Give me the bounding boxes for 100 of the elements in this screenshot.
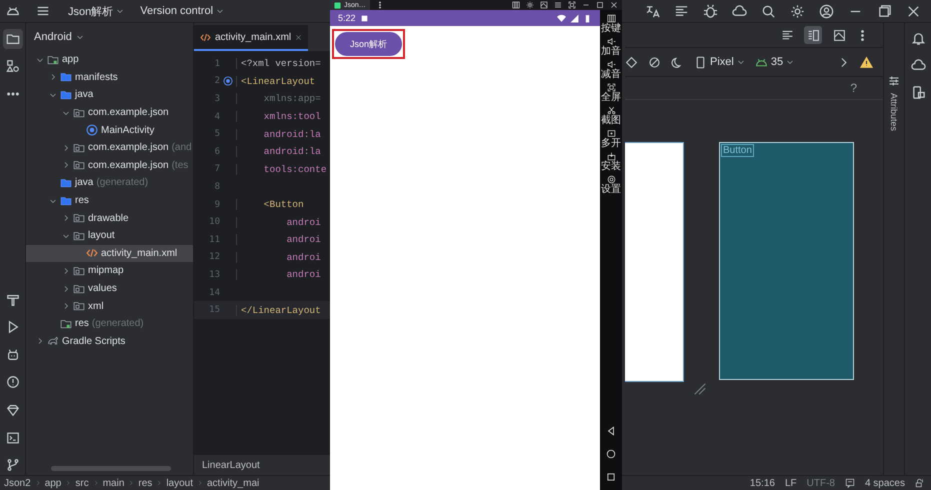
api-level-dropdown[interactable]: 35	[754, 56, 794, 68]
chevron-right-icon	[128, 480, 134, 486]
close-icon[interactable]	[906, 4, 921, 18]
close-icon[interactable]	[610, 1, 618, 9]
tree-item[interactable]: res	[26, 192, 193, 210]
folder-icon	[73, 282, 85, 295]
path-crumb[interactable]: main	[102, 478, 124, 488]
tree-item[interactable]: res (generated)	[26, 314, 193, 332]
moon-icon[interactable]	[671, 56, 684, 68]
line-separator[interactable]: LF	[784, 478, 797, 488]
git-branch-icon	[6, 458, 20, 472]
folder-icon	[73, 300, 85, 312]
tree-item[interactable]: MainActivity	[26, 121, 193, 139]
triangle-icon	[606, 426, 616, 436]
side-tool-button[interactable]: 截图	[600, 106, 622, 126]
code-line: <Button	[236, 199, 304, 210]
tree-item-label: com.example.json	[88, 107, 169, 118]
chevron-right-icon	[197, 480, 203, 486]
restore-icon[interactable]	[877, 4, 892, 18]
translate-icon[interactable]	[645, 4, 660, 18]
notification-icon[interactable]	[910, 31, 926, 46]
split-view-button[interactable]	[804, 26, 822, 44]
account-icon[interactable]	[819, 4, 834, 18]
tree-item[interactable]: java (generated)	[26, 174, 193, 192]
code-line: xmlns:tool	[236, 111, 321, 122]
tree-item-label: java	[75, 177, 94, 188]
tree-item[interactable]: drawable	[26, 209, 193, 227]
side-tool-button[interactable]: 减音	[600, 60, 622, 80]
split-view-icon	[806, 28, 820, 42]
cloud-icon[interactable]	[732, 4, 747, 18]
tree-item[interactable]: com.example.json (and	[26, 138, 193, 157]
view-dropdown[interactable]: Android	[34, 31, 84, 43]
folder-icon	[6, 32, 20, 46]
indent-setting[interactable]: 4 spaces	[864, 478, 905, 488]
json-parse-button[interactable]: Json解析	[335, 32, 402, 56]
chevron-right-icon	[34, 480, 41, 486]
side-tool-button[interactable]: 多开	[600, 129, 622, 149]
tree-item-label: java	[75, 89, 94, 100]
crop-icon[interactable]	[568, 1, 576, 9]
tree-item[interactable]: xml	[26, 297, 193, 315]
cloud-icon[interactable]	[910, 58, 926, 73]
line-number: 5	[214, 129, 220, 140]
path-crumb[interactable]: res	[138, 478, 152, 488]
device-icon[interactable]	[910, 85, 926, 100]
cursor-position[interactable]: 15:16	[750, 478, 775, 488]
settings-icon[interactable]	[790, 4, 805, 18]
path-crumb[interactable]: app	[44, 478, 62, 488]
attributes-tab[interactable]: Attributes	[889, 93, 899, 132]
side-tool-button[interactable]: 加音	[600, 37, 622, 57]
module-folder-icon	[47, 54, 59, 66]
side-tool-button[interactable]: 安装	[600, 152, 622, 172]
home-button[interactable]	[605, 447, 617, 459]
image-icon[interactable]	[540, 1, 548, 9]
list-icon[interactable]	[674, 4, 689, 18]
menu-icon[interactable]	[554, 1, 562, 9]
line-number: 8	[214, 182, 220, 192]
path-crumb[interactable]: src	[75, 478, 89, 488]
side-tool-button[interactable]: 全屏	[600, 83, 622, 103]
tree-item[interactable]: manifests	[26, 68, 193, 86]
path-crumb[interactable]: layout	[166, 478, 193, 488]
search-icon[interactable]	[761, 4, 776, 18]
notification-icon	[360, 14, 369, 22]
device-dropdown[interactable]: Pixel	[694, 56, 745, 68]
back-button[interactable]	[605, 424, 617, 436]
download-icon	[606, 152, 616, 161]
scrollbar[interactable]	[51, 466, 171, 471]
tree-item[interactable]: values	[26, 280, 193, 298]
list-icon	[780, 28, 794, 42]
line-number: 11	[208, 234, 220, 245]
folder-icon	[73, 264, 85, 277]
tree-item-label: com.example.json	[88, 160, 169, 171]
phone-icon	[694, 56, 707, 68]
folder-icon	[60, 194, 72, 207]
tree-item[interactable]: app	[26, 51, 193, 69]
side-tool-button[interactable]: 按键	[600, 14, 622, 34]
path-crumb[interactable]: activity_mai	[207, 478, 260, 488]
version-control-dropdown[interactable]: Version control	[136, 5, 228, 17]
tree-item[interactable]: Gradle Scripts	[26, 332, 193, 350]
rotate-icon[interactable]	[648, 56, 661, 68]
resize-handle-icon[interactable]	[693, 382, 707, 396]
tree-item[interactable]: mipmap	[26, 262, 193, 280]
keyboard-icon	[606, 14, 616, 23]
help-button[interactable]: ?	[848, 81, 859, 95]
tree-item[interactable]: com.example.json	[26, 104, 193, 122]
code-line: androi	[236, 234, 321, 246]
bug-icon[interactable]	[703, 4, 718, 18]
maximize-icon[interactable]	[596, 1, 604, 9]
tree-item[interactable]: com.example.json (tes	[26, 156, 193, 174]
menu-icon	[36, 4, 50, 18]
diamond-icon[interactable]	[625, 56, 638, 68]
image-icon	[832, 28, 846, 42]
editor-tab[interactable]: activity_main.xml	[194, 25, 308, 51]
side-tool-button[interactable]: 设置	[600, 175, 622, 195]
project-dropdown[interactable]: Json解析	[64, 4, 128, 18]
tree-item[interactable]: layout	[26, 226, 193, 245]
gear-icon[interactable]	[526, 1, 534, 9]
tree-item[interactable]: java	[26, 86, 193, 104]
folder-button[interactable]	[2, 29, 22, 49]
tree-item[interactable]: activity_main.xml	[26, 244, 193, 262]
path-crumb[interactable]: Json2	[4, 478, 31, 488]
